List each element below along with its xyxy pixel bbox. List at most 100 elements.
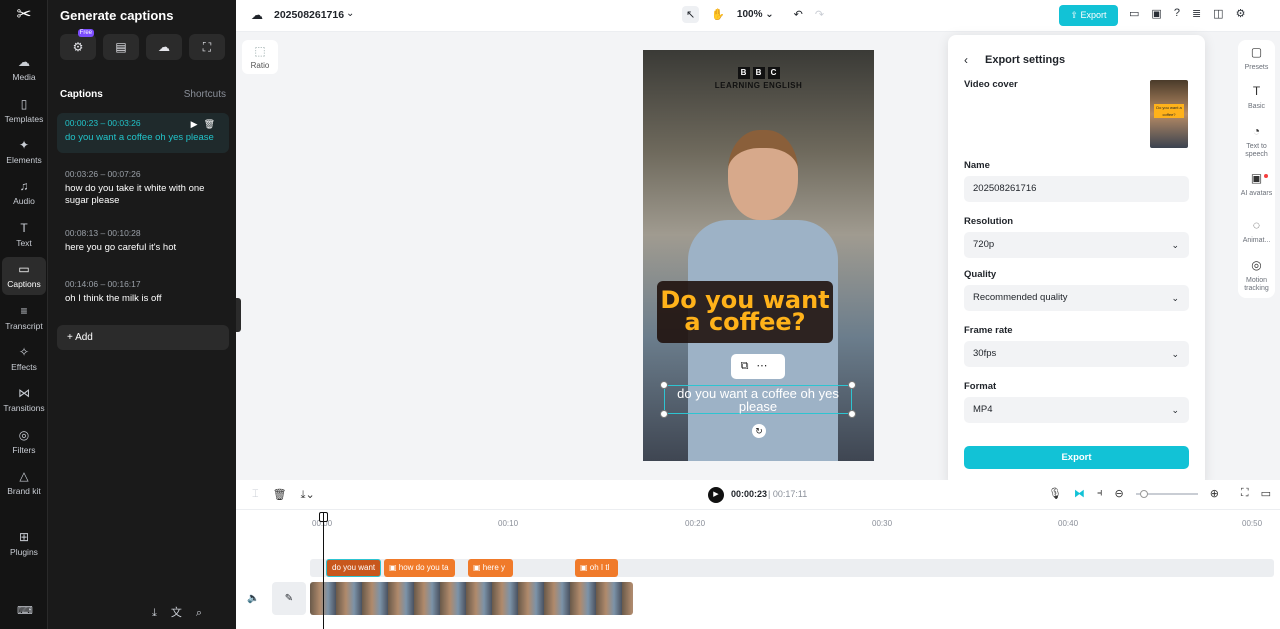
rail-item-plugins[interactable]: ⊞ Plugins <box>2 525 46 563</box>
zoom-out-icon[interactable]: ⊖ <box>1114 487 1123 500</box>
auto-captions-button[interactable]: ⚙ Free <box>60 29 96 60</box>
video-cover-thumbnail[interactable]: Do you want a coffee? <box>1150 80 1188 148</box>
zoom-slider[interactable] <box>1135 489 1198 498</box>
undo-icon[interactable]: ↶ <box>794 8 803 21</box>
rail-item-audio[interactable]: ♫ Audio <box>2 174 46 212</box>
project-name[interactable]: 202508261716 <box>274 9 344 21</box>
right-rail-presets[interactable]: ▢ Presets <box>1238 46 1275 72</box>
hand-tool-icon[interactable]: ✋ <box>711 8 725 21</box>
caption-clip[interactable]: do you want <box>326 559 381 577</box>
upload-captions-button[interactable]: ☁ <box>146 34 182 60</box>
resize-handle[interactable] <box>848 381 856 389</box>
rail-item-effects[interactable]: ✧ Effects <box>2 340 46 378</box>
rail-item-templates[interactable]: ▯ Templates <box>2 92 46 130</box>
right-rail-animation[interactable]: ◌ Animat... <box>1238 219 1275 245</box>
rail-item-media[interactable]: ☁ Media <box>2 50 46 88</box>
rail-item-transcript[interactable]: ≡ Transcript <box>2 299 46 337</box>
rotate-icon[interactable]: ↻ <box>752 424 766 438</box>
name-input[interactable]: 202508261716 <box>964 176 1189 202</box>
zoom-slider-knob[interactable] <box>1139 489 1148 498</box>
caption-text[interactable]: how do you take it white with one sugar … <box>65 183 221 207</box>
magnet-icon[interactable]: ⧓ <box>1074 487 1085 500</box>
play-icon[interactable]: ▶ <box>191 119 204 129</box>
manual-captions-button[interactable]: ▤ <box>103 34 139 60</box>
screen-icon[interactable]: ▭ <box>1129 7 1139 20</box>
chevron-down-icon: ⌄ <box>1171 293 1179 303</box>
caption-clip[interactable]: ▣ here y <box>468 559 513 577</box>
right-rail-text-to-speech[interactable]: ◔ Text to speech <box>1238 124 1275 159</box>
more-icon[interactable]: ⋯ <box>756 360 775 372</box>
device-icon[interactable]: ▣ <box>1151 7 1161 20</box>
quality-select[interactable]: Recommended quality ⌄ <box>964 285 1189 311</box>
shortcuts-link[interactable]: Shortcuts <box>184 89 226 100</box>
resize-handle[interactable] <box>660 381 668 389</box>
caption-item[interactable]: 00:03:26 – 00:07:26 how do you take it w… <box>57 164 229 212</box>
video-clip[interactable] <box>310 582 633 615</box>
duplicate-icon[interactable]: ⧉ <box>741 360 757 372</box>
plugins-icon: ⊞ <box>18 530 30 544</box>
rail-item-elements[interactable]: ✦ Elements <box>2 133 46 171</box>
caption-item[interactable]: 00:00:23 – 00:03:26 do you want a coffee… <box>57 113 229 153</box>
add-caption-button[interactable]: + Add <box>57 325 229 350</box>
edit-cover-button[interactable]: ✎ <box>272 582 306 615</box>
caption-item[interactable]: 00:14:06 – 00:16:17 oh I think the milk … <box>57 274 229 310</box>
comment-icon[interactable]: ▭ <box>1261 487 1271 500</box>
chevron-down-icon[interactable]: ⌄ <box>346 8 354 19</box>
timeline[interactable]: 00:0000:1000:2000:3000:4000:50 do you wa… <box>236 509 1280 629</box>
rail-item-brand-kit[interactable]: △ Brand kit <box>2 464 46 502</box>
help-icon[interactable]: ? <box>1174 7 1180 20</box>
right-rail-motion-tracking[interactable]: ◎ Motion tracking <box>1238 259 1275 293</box>
rail-item-label: Filters <box>12 445 36 455</box>
scan-captions-button[interactable]: ⛶ <box>189 34 225 60</box>
fullscreen-icon[interactable]: ⛶ <box>1241 487 1249 500</box>
resize-handle[interactable] <box>848 410 856 418</box>
right-rail-basic[interactable]: T Basic <box>1238 85 1275 111</box>
layout-icon[interactable]: ◫ <box>1213 7 1223 20</box>
volume-icon[interactable]: 🔈 <box>247 593 259 604</box>
stack-icon[interactable]: ≣ <box>1192 7 1201 20</box>
caption-text[interactable]: oh I think the milk is off <box>65 293 221 305</box>
resolution-select[interactable]: 720p ⌄ <box>964 232 1189 258</box>
zoom-select[interactable]: 100% ⌄ <box>737 9 774 20</box>
rail-item-transitions[interactable]: ⋈ Transitions <box>2 381 46 419</box>
split-icon[interactable]: ⌶ <box>252 488 259 502</box>
rail-item-text[interactable]: T Text <box>2 216 46 254</box>
delete-icon[interactable]: 🗑 <box>273 488 287 502</box>
microphone-icon[interactable]: 🎙 <box>1048 487 1062 500</box>
redo-icon[interactable]: ↷ <box>815 8 824 21</box>
export-button[interactable]: ⇪ Export <box>1059 5 1118 26</box>
select-tool-icon[interactable]: ↖ <box>682 6 700 23</box>
download-icon[interactable]: ⤓ <box>152 607 171 619</box>
caption-text[interactable]: here you go careful it's hot <box>65 242 221 254</box>
zoom-in-icon[interactable]: ⊕ <box>1210 487 1219 500</box>
caption-text[interactable]: do you want a coffee oh yes please <box>65 132 221 144</box>
frame-rate-label: Frame rate <box>964 325 1013 336</box>
format-select[interactable]: MP4 ⌄ <box>964 397 1189 423</box>
rail-item-captions[interactable]: ▭ Captions <box>2 257 46 295</box>
playhead[interactable] <box>323 512 324 629</box>
keyboard-icon[interactable]: ⌨ <box>17 604 33 617</box>
caption-item[interactable]: 00:08:13 – 00:10:28 here you go careful … <box>57 223 229 259</box>
capcut-logo-icon[interactable]: ✂ <box>14 4 34 24</box>
resize-handle[interactable] <box>660 410 668 418</box>
frame-rate-select[interactable]: 30fps ⌄ <box>964 341 1189 367</box>
back-arrow-icon[interactable]: ‹ <box>964 53 968 67</box>
settings-icon[interactable]: ⚙ <box>1236 7 1246 20</box>
ratio-button[interactable]: ⬚ Ratio <box>242 40 278 74</box>
right-rail-ai-avatars[interactable]: ▣ AI avatars <box>1238 172 1275 198</box>
download-icon[interactable]: ⤓⌄ <box>301 488 315 502</box>
rail-item-filters[interactable]: ◎ Filters <box>2 423 46 461</box>
play-button[interactable]: ▶ <box>708 487 724 503</box>
export-confirm-button[interactable]: Export <box>964 446 1189 469</box>
text-to-speech-icon: ◔ <box>1252 124 1261 138</box>
panel-collapse-handle[interactable] <box>236 298 241 332</box>
caption-clip[interactable]: ▣ how do you ta <box>384 559 455 577</box>
search-replace-icon[interactable]: ⌕ <box>196 607 216 619</box>
trash-icon[interactable]: 🗑 <box>204 119 221 129</box>
split-track-icon[interactable]: ⫞ <box>1097 487 1103 500</box>
caption-clip[interactable]: ▣ oh I tl <box>575 559 618 577</box>
cloud-sync-icon[interactable]: ☁ <box>251 8 263 22</box>
subtitle-selection[interactable]: do you want a coffee oh yes please <box>664 385 852 414</box>
video-preview[interactable]: BBC LEARNING ENGLISH Do you want a coffe… <box>643 50 874 461</box>
translate-icon[interactable]: 文 <box>171 607 196 619</box>
